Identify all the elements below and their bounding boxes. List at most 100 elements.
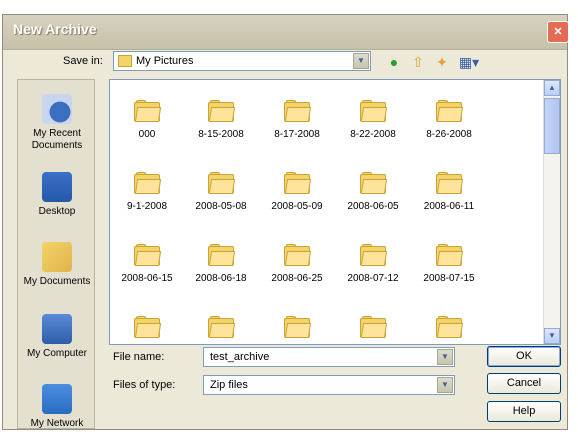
folder-item[interactable] xyxy=(110,316,184,344)
place-my-recent-documents[interactable]: My Recent Documents xyxy=(18,94,96,152)
folder-icon xyxy=(134,172,162,194)
folder-item[interactable]: 2008-06-25 xyxy=(260,244,334,284)
back-icon[interactable]: ● xyxy=(385,53,403,71)
my-computer-icon xyxy=(42,314,72,344)
folder-item[interactable]: 2008-05-08 xyxy=(184,172,258,212)
folder-label: 8-22-2008 xyxy=(350,129,396,140)
file-type-label: Files of type: xyxy=(113,379,176,391)
folder-icon xyxy=(134,244,162,266)
folder-icon xyxy=(118,55,132,67)
file-type-value: Zip files xyxy=(210,379,248,391)
folder-label: 000 xyxy=(138,129,156,140)
help-button[interactable]: Help xyxy=(487,401,561,422)
folder-label: 2008-06-25 xyxy=(271,273,323,284)
folder-icon xyxy=(360,244,388,266)
recent-documents-icon xyxy=(42,94,72,124)
folder-item[interactable]: 8-26-2008 xyxy=(412,100,486,140)
file-name-label: File name: xyxy=(113,351,165,363)
place-label: My Recent Documents xyxy=(31,128,83,151)
folder-icon xyxy=(284,100,312,122)
folder-label: 2008-06-11 xyxy=(423,201,475,212)
my-network-icon xyxy=(42,384,72,414)
file-name-value: test_archive xyxy=(210,351,270,363)
chevron-down-icon[interactable]: ▼ xyxy=(353,53,369,69)
folder-item[interactable]: 2008-06-15 xyxy=(110,244,184,284)
new-archive-dialog: New Archive ✕ Save in: My Pictures ▼ ● ⇧… xyxy=(2,14,569,430)
title-bar[interactable]: New Archive ✕ xyxy=(3,15,569,50)
folder-item[interactable]: 2008-05-09 xyxy=(260,172,334,212)
folder-icon xyxy=(134,100,162,122)
places-bar: My Recent Documents Desktop My Documents… xyxy=(17,79,95,429)
folder-label: 9-1-2008 xyxy=(126,201,168,212)
folder-icon xyxy=(208,316,236,338)
scroll-down-icon[interactable]: ▼ xyxy=(544,328,560,344)
folder-label: 2008-06-05 xyxy=(347,201,399,212)
folder-icon xyxy=(284,316,312,338)
folder-item[interactable]: 2008-06-05 xyxy=(336,172,410,212)
close-icon: ✕ xyxy=(553,26,563,38)
folder-item[interactable]: 9-1-2008 xyxy=(110,172,184,212)
folder-label: 2008-06-18 xyxy=(195,273,247,284)
file-type-dropdown[interactable]: Zip files ▼ xyxy=(203,375,455,395)
folder-item[interactable] xyxy=(184,316,258,344)
file-name-field[interactable]: test_archive ▼ xyxy=(203,347,455,367)
folder-icon xyxy=(134,316,162,338)
views-menu-icon[interactable]: ▦▾ xyxy=(457,53,481,71)
folder-label: 8-26-2008 xyxy=(426,129,472,140)
folder-icon xyxy=(208,100,236,122)
desktop-icon xyxy=(42,172,72,202)
save-in-label: Save in: xyxy=(63,55,103,67)
folder-label: 8-17-2008 xyxy=(274,129,320,140)
place-my-documents[interactable]: My Documents xyxy=(18,242,96,288)
folder-icon xyxy=(208,172,236,194)
place-my-computer[interactable]: My Computer xyxy=(18,314,96,360)
chevron-down-icon[interactable]: ▼ xyxy=(437,349,453,365)
dialog-title: New Archive xyxy=(13,21,97,37)
folder-icon xyxy=(208,244,236,266)
folder-item[interactable]: 2008-07-12 xyxy=(336,244,410,284)
folder-icon xyxy=(284,172,312,194)
place-desktop[interactable]: Desktop xyxy=(18,172,96,218)
folder-item[interactable]: 8-15-2008 xyxy=(184,100,258,140)
chevron-down-icon[interactable]: ▼ xyxy=(437,377,453,393)
my-documents-icon xyxy=(42,242,72,272)
place-label: My Documents xyxy=(23,276,91,287)
folder-icon xyxy=(436,100,464,122)
folder-icon xyxy=(284,244,312,266)
folder-label: 2008-05-08 xyxy=(195,201,247,212)
scroll-thumb[interactable] xyxy=(544,98,560,154)
save-in-dropdown[interactable]: My Pictures ▼ xyxy=(113,51,371,71)
place-label: My Computer xyxy=(26,348,87,359)
folder-icon xyxy=(436,316,464,338)
folder-item[interactable]: 2008-06-18 xyxy=(184,244,258,284)
ok-button[interactable]: OK xyxy=(487,346,561,367)
folder-item[interactable] xyxy=(336,316,410,344)
save-in-value: My Pictures xyxy=(136,55,194,67)
cancel-button[interactable]: Cancel xyxy=(487,373,561,394)
folder-item[interactable]: 000 xyxy=(110,100,184,140)
folder-item[interactable]: 2008-07-15 xyxy=(412,244,486,284)
place-my-network[interactable]: My Network xyxy=(18,384,96,430)
folder-icon xyxy=(436,244,464,266)
folder-label: 2008-06-15 xyxy=(121,273,173,284)
place-label: Desktop xyxy=(38,206,76,217)
folder-item[interactable]: 8-22-2008 xyxy=(336,100,410,140)
scroll-up-icon[interactable]: ▲ xyxy=(544,80,560,96)
folder-label: 2008-05-09 xyxy=(271,201,323,212)
folder-item[interactable] xyxy=(412,316,486,344)
folder-icon xyxy=(436,172,464,194)
folder-label: 8-15-2008 xyxy=(198,129,244,140)
folder-icon xyxy=(360,316,388,338)
vertical-scrollbar[interactable]: ▲ ▼ xyxy=(543,80,560,344)
place-label: My Network xyxy=(30,418,84,429)
folder-label: 2008-07-12 xyxy=(347,273,399,284)
new-folder-icon[interactable]: ✦ xyxy=(433,53,451,71)
up-folder-icon[interactable]: ⇧ xyxy=(409,53,427,71)
folder-label: 2008-07-15 xyxy=(423,273,475,284)
file-list[interactable]: 000 8-15-2008 8-17-2008 8-22-2008 8-26-2008 9… xyxy=(109,79,561,345)
folder-item[interactable]: 8-17-2008 xyxy=(260,100,334,140)
folder-item[interactable]: 2008-06-11 xyxy=(412,172,486,212)
folder-icon xyxy=(360,172,388,194)
close-button[interactable]: ✕ xyxy=(547,21,569,43)
folder-item[interactable] xyxy=(260,316,334,344)
